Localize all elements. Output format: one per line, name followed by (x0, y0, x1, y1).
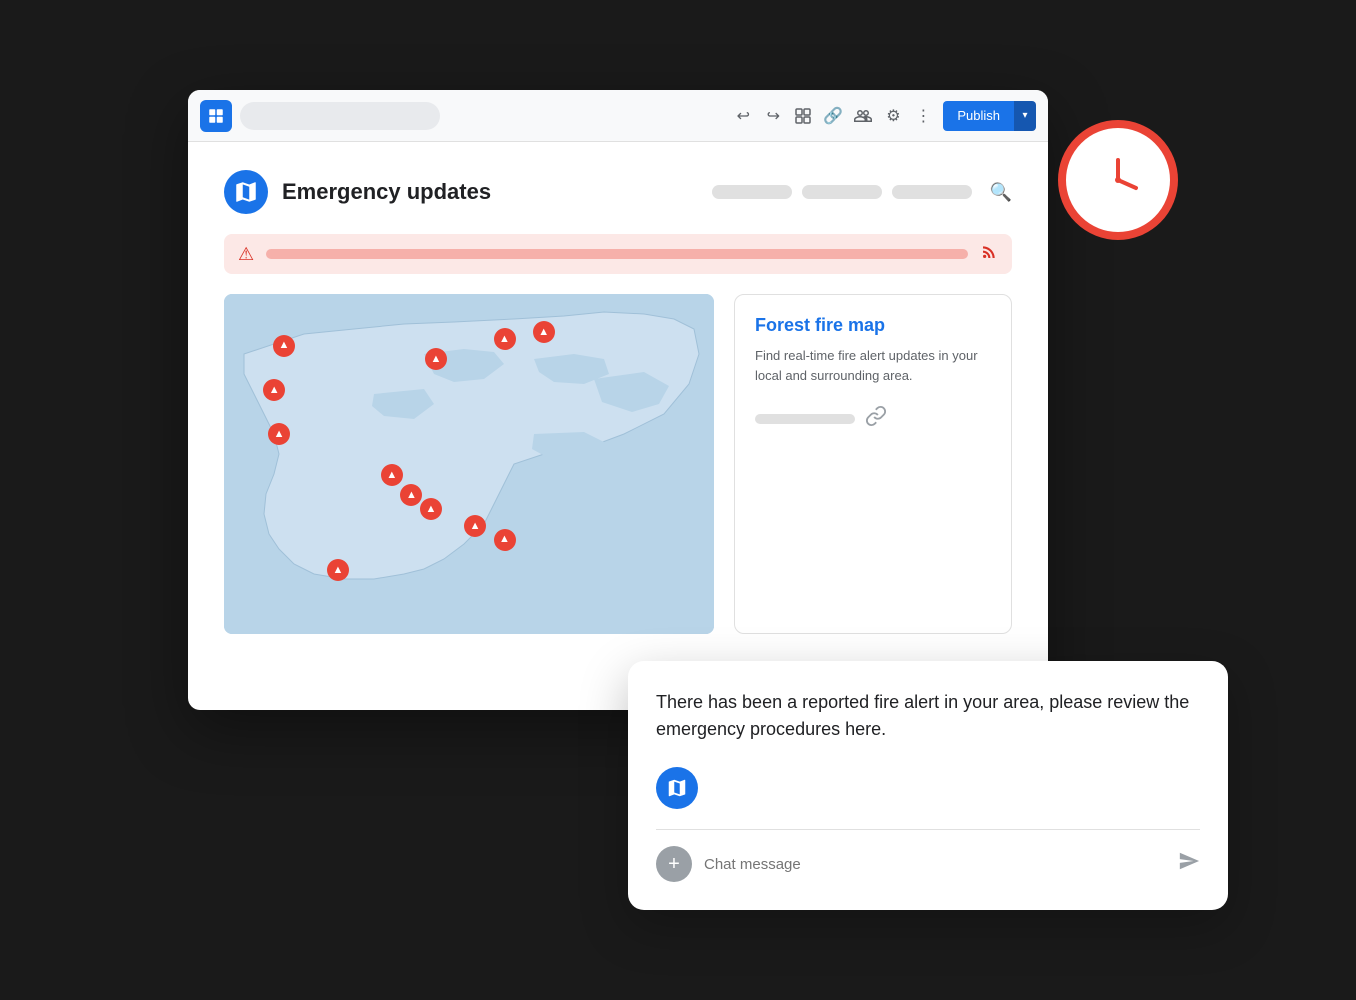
add-user-icon[interactable] (853, 106, 873, 126)
scene: ↩ ↪ 🔗 ⚙ ⋮ (128, 90, 1228, 910)
chat-bot-avatar (656, 767, 698, 809)
chat-window: There has been a reported fire alert in … (628, 661, 1228, 910)
fire-card-footer (755, 405, 991, 432)
browser-toolbar: ↩ ↪ 🔗 ⚙ ⋮ (188, 90, 1048, 142)
nav-pill-3 (892, 185, 972, 199)
link-icon[interactable]: 🔗 (823, 106, 843, 126)
alert-rss-icon (980, 243, 998, 266)
layout-icon[interactable] (793, 106, 813, 126)
chat-input-row: + (656, 829, 1200, 882)
chat-send-button[interactable] (1178, 850, 1200, 878)
toolbar-actions: ↩ ↪ 🔗 ⚙ ⋮ (733, 101, 1036, 131)
fire-card-title: Forest fire map (755, 315, 991, 336)
fire-card-description: Find real-time fire alert updates in you… (755, 346, 991, 385)
redo-icon[interactable]: ↪ (763, 106, 783, 126)
more-icon[interactable]: ⋮ (913, 106, 933, 126)
fire-pin: ▲ (494, 529, 516, 551)
alert-bar: ⚠ (224, 234, 1012, 274)
search-icon[interactable]: 🔍 (990, 182, 1012, 203)
publish-dropdown-button[interactable]: ▾ (1014, 101, 1036, 131)
header-nav: 🔍 (712, 182, 1012, 203)
clock-icon (1058, 120, 1178, 240)
fire-pin: ▲ (268, 423, 290, 445)
fire-pin: ▲ (263, 379, 285, 401)
fire-card-link-icon[interactable] (865, 405, 887, 432)
page-logo (224, 170, 268, 214)
fire-card-link-text (755, 414, 855, 424)
chat-add-button[interactable]: + (656, 846, 692, 882)
map-container: ▲ ▲ ▲ ▲ ▲ ▲ (224, 294, 714, 634)
fire-pin: ▲ (533, 321, 555, 343)
fire-pin: ▲ (420, 498, 442, 520)
fire-pin: ▲ (464, 515, 486, 537)
chat-bot-row (656, 767, 1200, 809)
address-bar[interactable] (240, 102, 440, 130)
chat-message-text: There has been a reported fire alert in … (656, 689, 1200, 743)
fire-pin: ▲ (327, 559, 349, 581)
alert-content-bar (266, 249, 968, 259)
fire-pin: ▲ (425, 348, 447, 370)
page-title: Emergency updates (282, 179, 712, 205)
fire-pin: ▲ (273, 335, 295, 357)
nav-pill-1 (712, 185, 792, 199)
fire-pin: ▲ (494, 328, 516, 350)
undo-icon[interactable]: ↩ (733, 106, 753, 126)
fire-pin: ▲ (381, 464, 403, 486)
publish-button-group[interactable]: Publish ▾ (943, 101, 1036, 131)
page-header: Emergency updates 🔍 (224, 170, 1012, 214)
app-icon (200, 100, 232, 132)
settings-icon[interactable]: ⚙ (883, 106, 903, 126)
main-area: ▲ ▲ ▲ ▲ ▲ ▲ (224, 294, 1012, 634)
chat-input[interactable] (704, 856, 1166, 873)
nav-pill-2 (802, 185, 882, 199)
page-content: Emergency updates 🔍 ⚠ (188, 142, 1048, 662)
browser-window: ↩ ↪ 🔗 ⚙ ⋮ (188, 90, 1048, 710)
fire-card: Forest fire map Find real-time fire aler… (734, 294, 1012, 634)
publish-main-button[interactable]: Publish (943, 101, 1014, 131)
alert-warning-icon: ⚠ (238, 244, 254, 265)
